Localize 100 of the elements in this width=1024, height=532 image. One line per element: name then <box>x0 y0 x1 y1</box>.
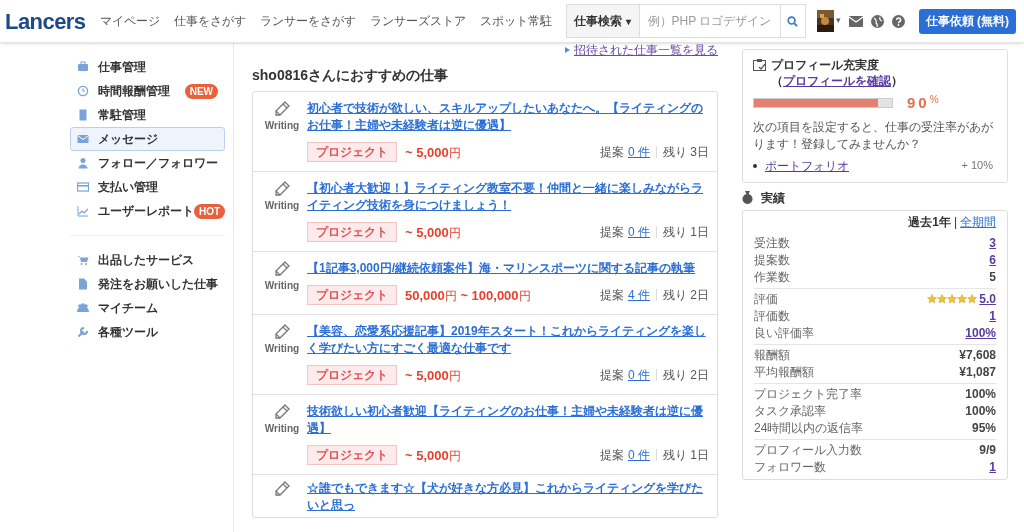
sidebar-item[interactable]: 出品したサービス <box>70 248 225 272</box>
caret-icon[interactable]: ▾ <box>835 14 841 28</box>
nav-link[interactable]: 仕事をさがす <box>173 12 246 30</box>
job-title-link[interactable]: 初心者で技術が欲しい、スキルアップしたいあなたへ。【ライティングのお仕事！主婦や未経験者は逆に優遇】 <box>307 100 709 134</box>
price-text: ~ 5,000円 <box>405 447 461 465</box>
stat-label: 提案数 <box>754 252 790 269</box>
job-title-link[interactable]: 技術欲しい初心者歓迎【ライティングのお仕事！主婦や未経験者は逆に優遇】 <box>307 403 709 437</box>
remaining-days: 残り 2日 <box>663 366 709 384</box>
sidebar-item[interactable]: 発注をお願いした仕事 <box>70 272 225 296</box>
profile-message: 次の項目を設定すると、仕事の受注率があがります！登録してみませんか？ <box>753 118 994 153</box>
profile-title: プロフィール充実度（プロフィールを確認） <box>771 57 904 89</box>
stat-value: 100% <box>965 403 996 420</box>
proposals-label: 提案 <box>599 367 624 384</box>
stat-link[interactable]: 6 <box>989 251 996 269</box>
stat-label: フォロワー数 <box>754 459 826 476</box>
category-label: Writing <box>264 422 300 436</box>
star-icon <box>927 294 938 304</box>
card-icon <box>77 181 89 193</box>
search-icon <box>787 15 799 27</box>
sidebar-item[interactable]: 仕事管理 <box>70 55 225 79</box>
invited-jobs-link[interactable]: 招待された仕事一覧を見る <box>574 41 718 59</box>
sidebar-item[interactable]: ユーザーレポート HOT <box>70 199 225 223</box>
job-title-link[interactable]: ☆誰でもできます☆【犬が好きな方必見】これからライティングを学びたいと思っ <box>307 480 709 514</box>
job-title-link[interactable]: 【1記事3,000円/継続依頼案件】海・マリンスポーツに関する記事の執筆 <box>307 260 709 277</box>
stat-value: ¥7,608 <box>959 347 996 364</box>
triangle-icon <box>565 47 570 53</box>
star-icon <box>937 294 948 304</box>
stat-value: 9/9 <box>979 442 996 459</box>
remaining-days: 残り 1日 <box>663 446 709 464</box>
clock-icon <box>77 85 89 97</box>
job-title-link[interactable]: 【美容、恋愛系応援記事】2019年スタート！これからライティングを楽しく学びたい方にすごく最適な仕事です <box>307 323 709 357</box>
stat-label: 作業数 <box>754 269 790 286</box>
sidebar-item[interactable]: 支払い管理 <box>70 175 225 199</box>
all-period-link[interactable]: 全期間 <box>960 212 996 231</box>
percent-sign: % <box>929 93 939 105</box>
sidebar-item[interactable]: 各種ツール <box>70 320 225 344</box>
stat-value: 5 <box>989 269 996 286</box>
person-icon <box>77 157 89 169</box>
proposals-link[interactable]: 0 件 <box>627 366 650 384</box>
clipboard-icon <box>753 59 766 71</box>
stat-link[interactable]: 5.0 <box>979 290 996 308</box>
proposals-label: 提案 <box>599 447 624 464</box>
pencil-icon <box>273 100 291 118</box>
portfolio-link[interactable]: ポートフォリオ <box>765 156 849 175</box>
pencil-icon <box>273 180 291 198</box>
logo[interactable]: Lancers <box>5 4 86 38</box>
price-text: ~ 5,000円 <box>405 367 461 385</box>
proposals-link[interactable]: 4 件 <box>627 286 650 304</box>
stat-label: 評価数 <box>754 308 790 325</box>
project-tag: プロジェクト <box>307 365 397 385</box>
nav-link[interactable]: ランサーをさがす <box>259 12 356 30</box>
nav-link[interactable]: スポット常駐 <box>479 12 552 30</box>
stat-label: 24時間以内の返信率 <box>754 420 864 437</box>
project-tag: プロジェクト <box>307 142 397 162</box>
sidebar-item[interactable]: マイチーム <box>70 296 225 320</box>
stat-label: 良い評価率 <box>754 325 814 342</box>
category-label: Writing <box>264 342 300 356</box>
sidebar-item[interactable]: 時間報酬管理 NEW <box>70 79 225 103</box>
remaining-days: 残り 2日 <box>663 286 709 304</box>
stat-label: プロジェクト完了率 <box>754 386 862 403</box>
globe-icon[interactable] <box>870 14 884 28</box>
pencil-icon <box>273 403 291 421</box>
project-tag: プロジェクト <box>307 222 397 242</box>
category-label: Writing <box>264 119 300 133</box>
mail-icon[interactable] <box>848 15 863 27</box>
stat-value: ¥1,087 <box>959 364 996 381</box>
gain-value: + 10% <box>961 158 993 174</box>
sidebar-item[interactable]: 常駐管理 <box>70 103 225 127</box>
job-title-link[interactable]: 【初心者大歓迎！】ライティング教室不要！仲間と一緒に楽しみながらライティング技術を身につけましょう！ <box>307 180 709 214</box>
proposals-label: 提案 <box>599 224 624 241</box>
badge: HOT <box>194 203 226 219</box>
search-category-dropdown[interactable]: 仕事検索 ▾ <box>565 4 640 38</box>
proposals-label: 提案 <box>599 144 624 161</box>
section-heading: sho0816さんにおすすめの仕事 <box>252 66 450 85</box>
stat-link[interactable]: 3 <box>989 234 996 252</box>
proposals-link[interactable]: 0 件 <box>627 223 650 241</box>
wrench-icon <box>77 326 89 338</box>
mail-icon <box>77 133 89 145</box>
stat-label: プロフィール入力数 <box>754 442 862 459</box>
stat-link[interactable]: 1 <box>989 307 996 325</box>
request-work-button[interactable]: 仕事依頼 (無料) <box>918 8 1016 34</box>
nav-link[interactable]: ランサーズストア <box>369 12 466 30</box>
search-button[interactable] <box>779 4 806 38</box>
search-field[interactable]: 例）PHP ロゴデザイン <box>639 4 780 38</box>
proposals-link[interactable]: 0 件 <box>627 446 650 464</box>
proposals-link[interactable]: 0 件 <box>627 143 650 161</box>
stat-label: 報酬額 <box>754 347 790 364</box>
project-tag: プロジェクト <box>307 445 397 465</box>
profile-link[interactable]: プロフィールを確認 <box>783 74 891 88</box>
stat-link[interactable]: 100% <box>965 324 996 342</box>
period-label: 過去1年 <box>908 213 951 231</box>
stat-label: タスク承認率 <box>754 403 826 420</box>
document-icon <box>77 278 89 290</box>
separator-text: | <box>953 213 957 231</box>
sidebar-item[interactable]: フォロー／フォロワー <box>70 151 225 175</box>
nav-link[interactable]: マイページ <box>99 12 160 30</box>
stat-link[interactable]: 1 <box>989 458 996 476</box>
bullet-icon <box>753 163 757 168</box>
sidebar-item[interactable]: メッセージ <box>70 127 225 151</box>
help-icon[interactable] <box>891 14 905 28</box>
